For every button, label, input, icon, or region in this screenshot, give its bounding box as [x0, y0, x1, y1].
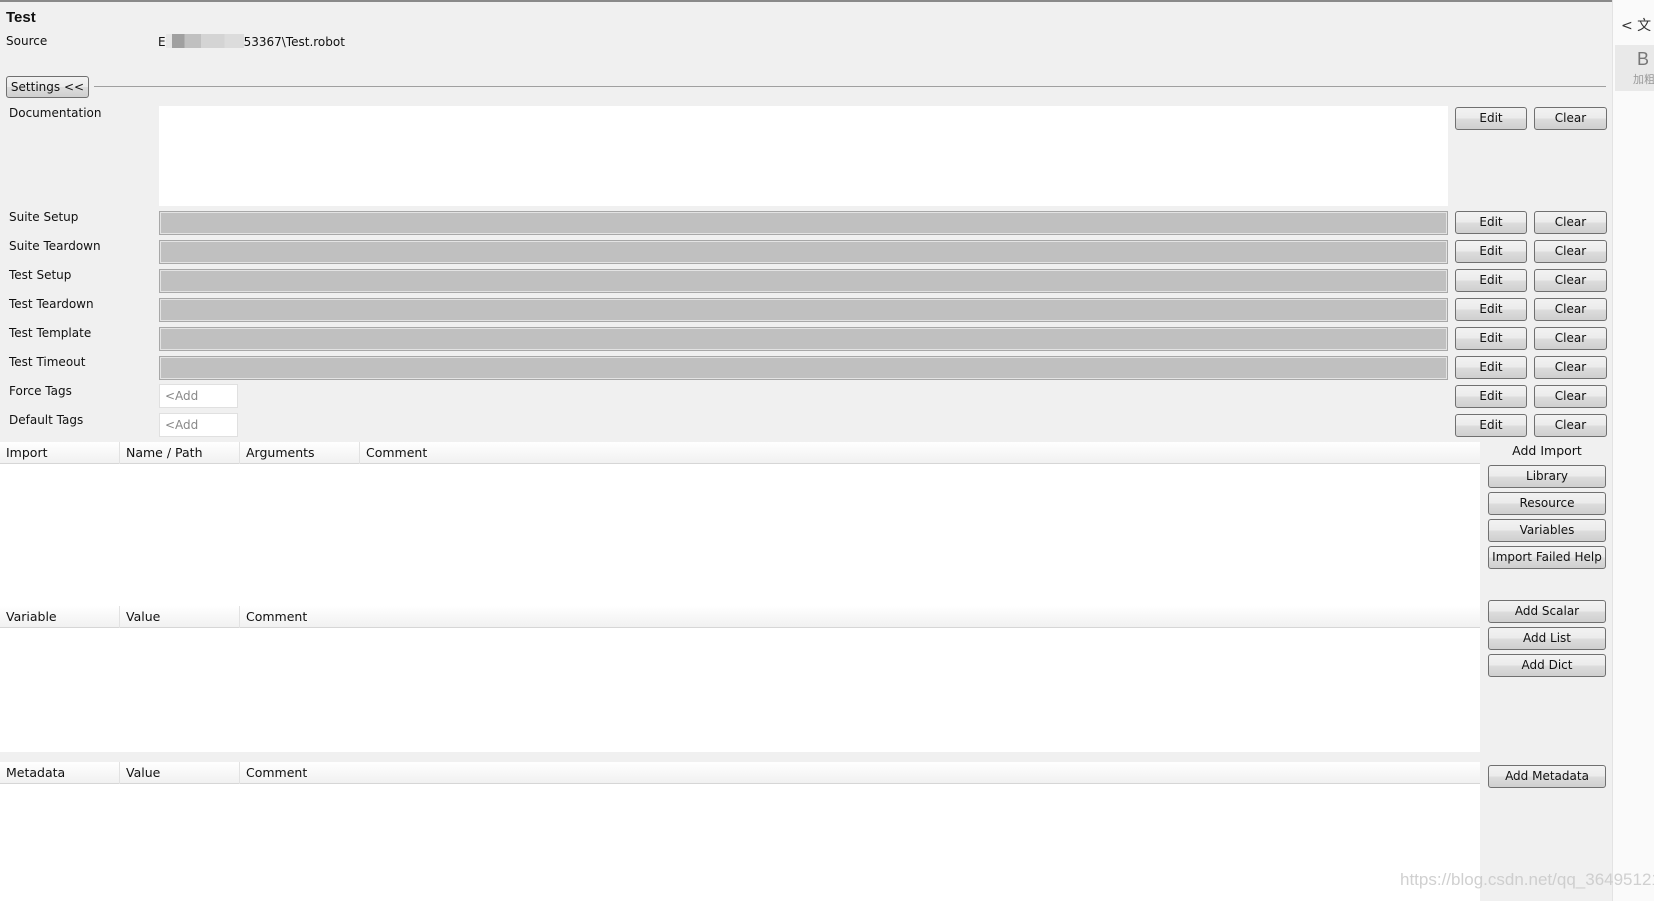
variables-table-header: Variable Value Comment [0, 606, 1480, 628]
column-header-comment[interactable]: Comment [240, 762, 1480, 784]
add-resource-button[interactable]: Resource [1488, 492, 1606, 515]
bold-button[interactable]: B 加粗 [1615, 45, 1654, 91]
suite-setup-clear-button[interactable]: Clear [1534, 211, 1607, 234]
documentation-clear-button[interactable]: Clear [1534, 107, 1607, 130]
add-import-label: Add Import [1512, 443, 1582, 458]
variables-table[interactable]: Variable Value Comment [0, 594, 1480, 752]
add-library-button[interactable]: Library [1488, 465, 1606, 488]
right-sidebar: < 文 B 加粗 [1612, 0, 1654, 901]
test-timeout-label: Test Timeout [9, 355, 86, 369]
source-path: E 53367\Test.robot [158, 34, 345, 49]
source-path-prefix: E [158, 35, 166, 49]
test-template-edit-button[interactable]: Edit [1455, 327, 1527, 350]
suite-teardown-label: Suite Teardown [9, 239, 101, 253]
documentation-field[interactable] [159, 106, 1448, 206]
section-separator [0, 752, 1480, 762]
test-timeout-edit-button[interactable]: Edit [1455, 356, 1527, 379]
test-teardown-field[interactable] [159, 298, 1448, 322]
default-tags-label: Default Tags [9, 413, 84, 427]
default-tags-add-new[interactable]: <Add New> [159, 413, 238, 454]
source-label: Source [6, 34, 48, 48]
column-header-value[interactable]: Value [120, 762, 240, 784]
add-dict-button[interactable]: Add Dict [1488, 654, 1606, 677]
test-timeout-clear-button[interactable]: Clear [1534, 356, 1607, 379]
test-template-clear-button[interactable]: Clear [1534, 327, 1607, 350]
test-teardown-label: Test Teardown [9, 297, 94, 311]
imports-table[interactable]: Import Name / Path Arguments Comment [0, 442, 1480, 594]
documentation-label: Documentation [9, 106, 102, 120]
column-header-comment[interactable]: Comment [360, 442, 1480, 464]
test-setup-edit-button[interactable]: Edit [1455, 269, 1527, 292]
test-teardown-edit-button[interactable]: Edit [1455, 298, 1527, 321]
test-template-label: Test Template [9, 326, 92, 340]
imports-table-header: Import Name / Path Arguments Comment [0, 442, 1480, 464]
default-tags-clear-button[interactable]: Clear [1534, 414, 1607, 437]
test-teardown-clear-button[interactable]: Clear [1534, 298, 1607, 321]
suite-setup-edit-button[interactable]: Edit [1455, 211, 1527, 234]
suite-editor: Test Source E 53367\Test.robot Settings <… [0, 2, 1612, 901]
default-tags-edit-button[interactable]: Edit [1455, 414, 1527, 437]
import-failed-help-button[interactable]: Import Failed Help [1488, 546, 1606, 569]
metadata-table[interactable]: Metadata Value Comment [0, 762, 1480, 901]
suite-teardown-edit-button[interactable]: Edit [1455, 240, 1527, 263]
force-tags-add-new[interactable]: <Add New> [159, 384, 238, 425]
back-button[interactable]: < 文 [1621, 15, 1651, 35]
documentation-edit-button[interactable]: Edit [1455, 107, 1527, 130]
add-list-button[interactable]: Add List [1488, 627, 1606, 650]
page-title: Test [6, 9, 36, 26]
suite-setup-label: Suite Setup [9, 210, 79, 224]
settings-toggle-button[interactable]: Settings << [6, 76, 89, 98]
column-header-name-path[interactable]: Name / Path [120, 442, 240, 464]
test-timeout-field[interactable] [159, 356, 1448, 380]
source-path-suffix: 53367\Test.robot [243, 35, 345, 49]
redacted-path [165, 34, 244, 48]
suite-teardown-field[interactable] [159, 240, 1448, 264]
column-header-arguments[interactable]: Arguments [240, 442, 360, 464]
force-tags-clear-button[interactable]: Clear [1534, 385, 1607, 408]
column-header-metadata[interactable]: Metadata [0, 762, 120, 784]
test-setup-clear-button[interactable]: Clear [1534, 269, 1607, 292]
test-setup-field[interactable] [159, 269, 1448, 293]
add-variables-button[interactable]: Variables [1488, 519, 1606, 542]
metadata-table-header: Metadata Value Comment [0, 762, 1480, 784]
column-header-comment[interactable]: Comment [240, 606, 1480, 628]
suite-teardown-clear-button[interactable]: Clear [1534, 240, 1607, 263]
column-header-value[interactable]: Value [120, 606, 240, 628]
add-metadata-button[interactable]: Add Metadata [1488, 765, 1606, 788]
watermark: https://blog.csdn.net/qq_36495121 [1400, 870, 1654, 889]
bold-caption: 加粗 [1633, 73, 1654, 86]
test-setup-label: Test Setup [9, 268, 72, 282]
column-header-import[interactable]: Import [0, 442, 120, 464]
column-header-variable[interactable]: Variable [0, 606, 120, 628]
bold-icon: B [1637, 49, 1650, 69]
force-tags-edit-button[interactable]: Edit [1455, 385, 1527, 408]
test-template-field[interactable] [159, 327, 1448, 351]
settings-divider [94, 86, 1606, 87]
force-tags-label: Force Tags [9, 384, 72, 398]
suite-setup-field[interactable] [159, 211, 1448, 235]
add-scalar-button[interactable]: Add Scalar [1488, 600, 1606, 623]
